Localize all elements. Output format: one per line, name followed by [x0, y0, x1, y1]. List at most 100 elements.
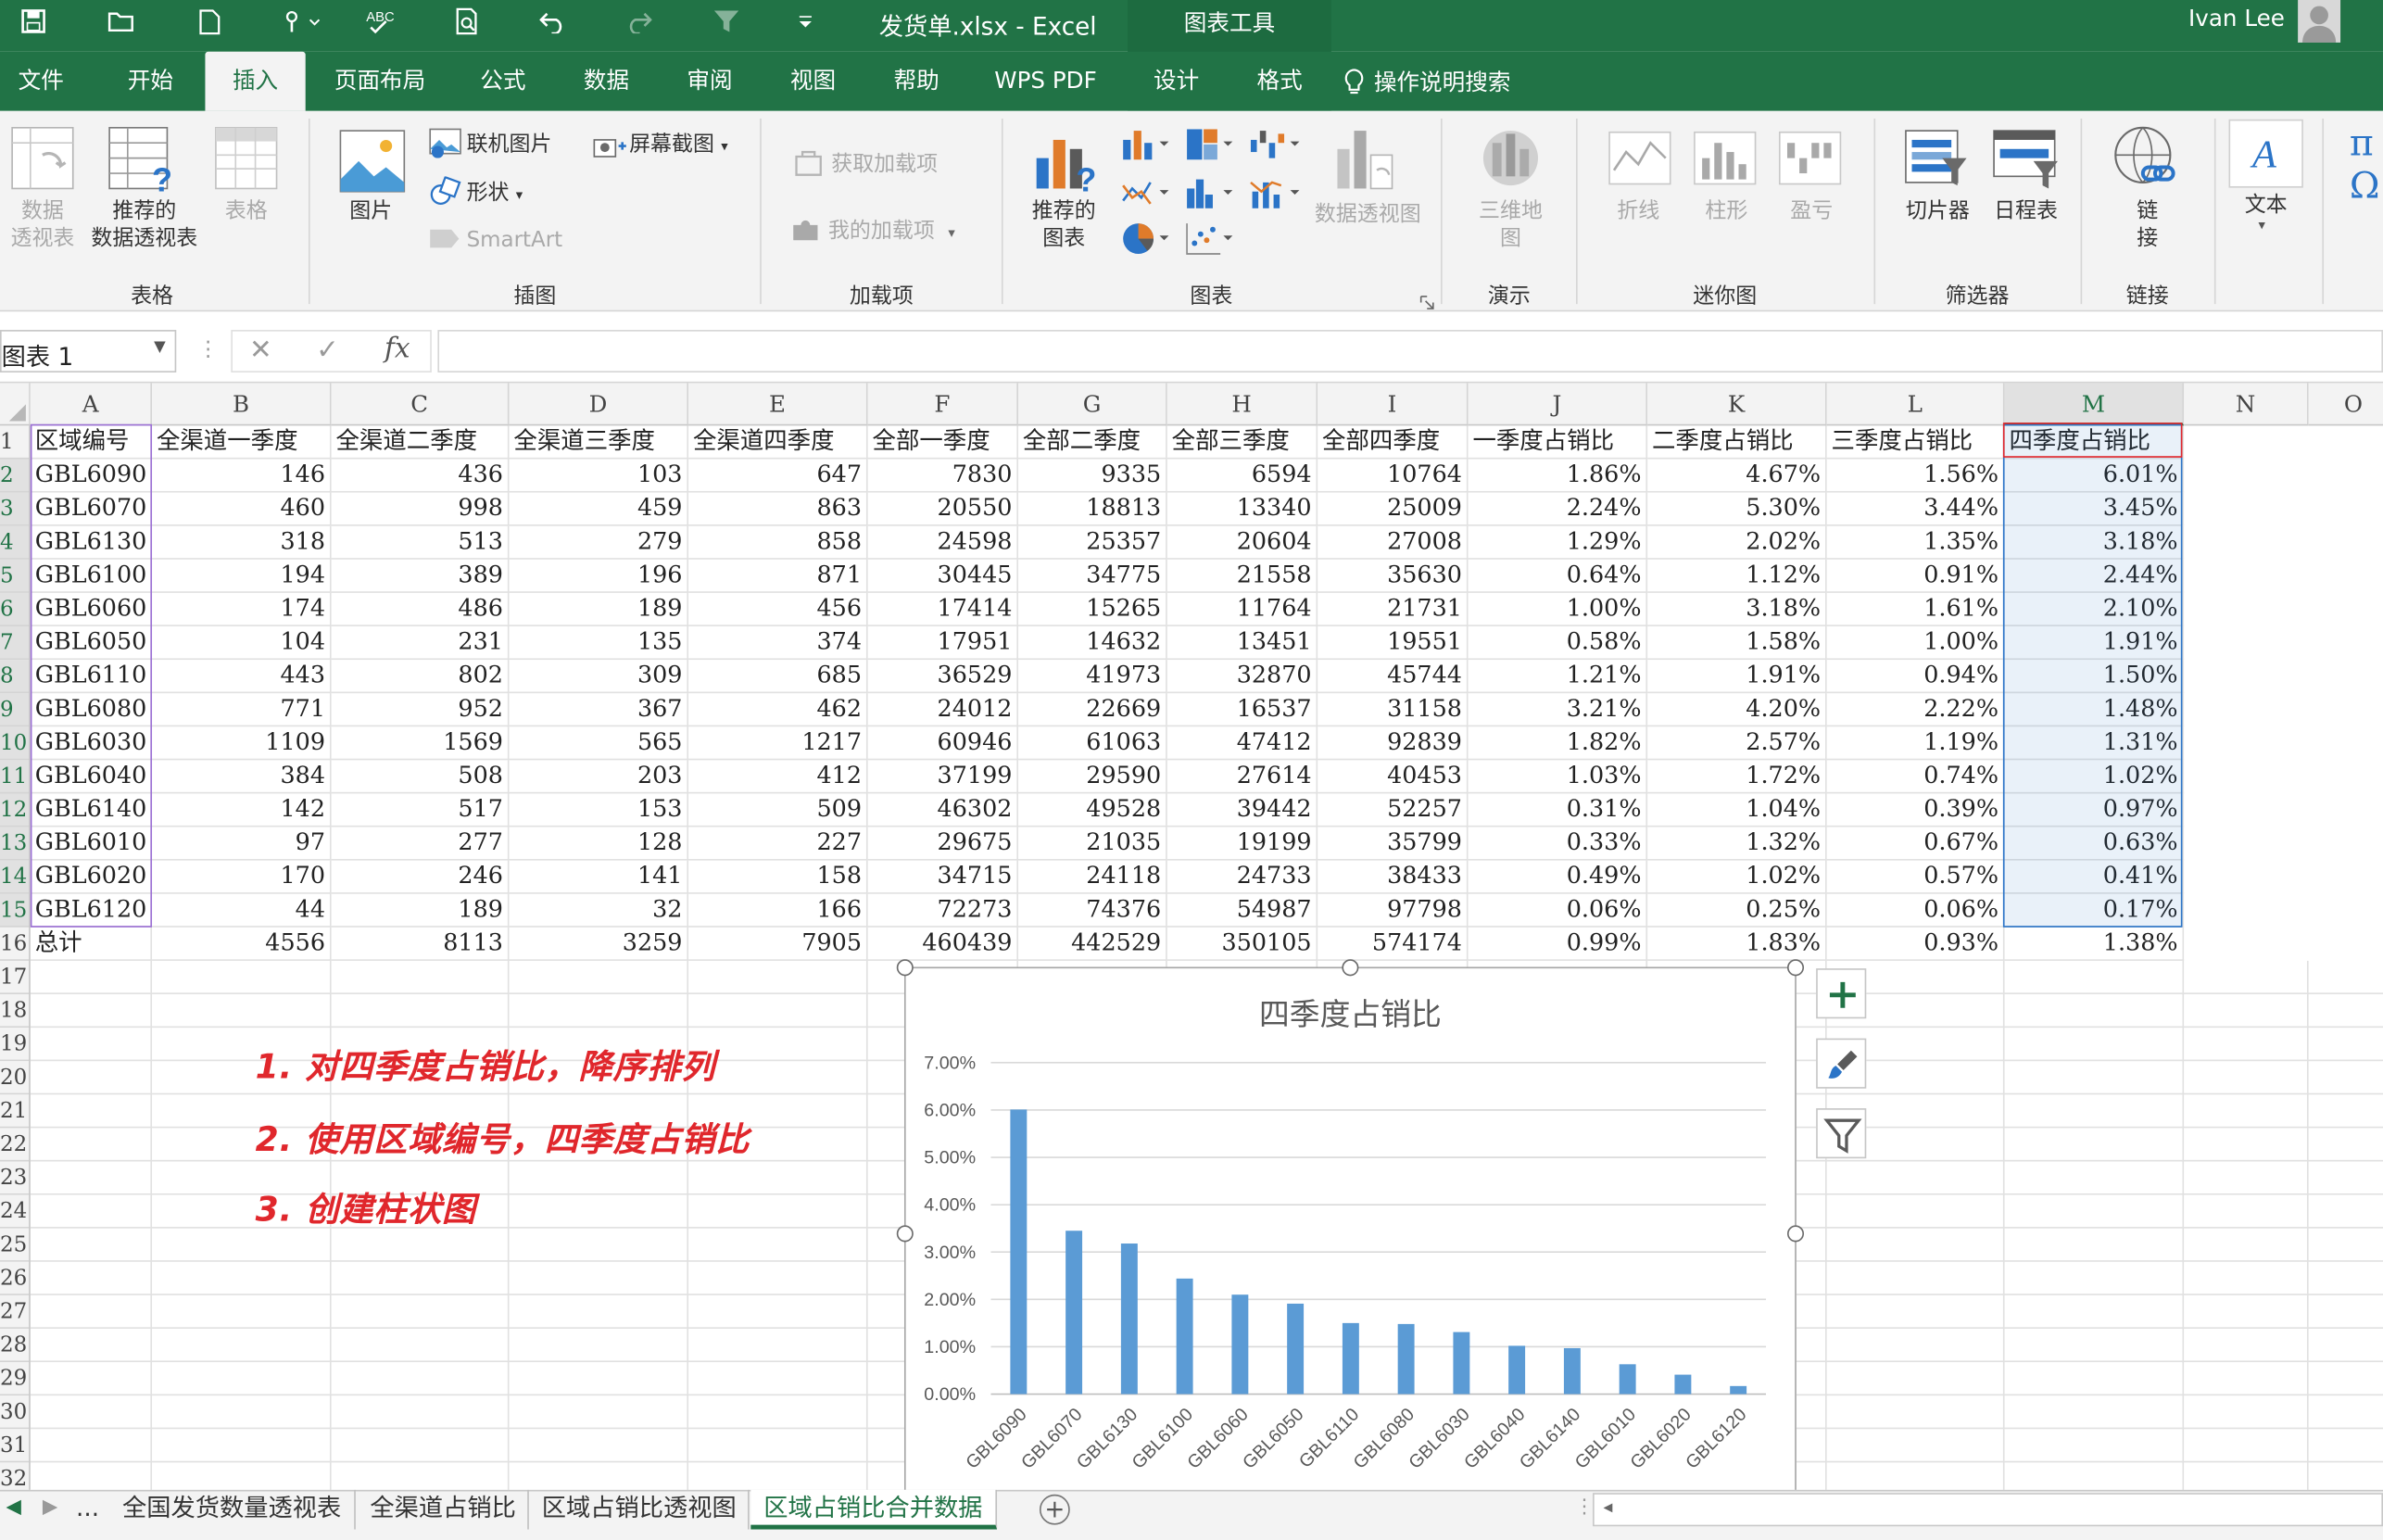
slicer-icon[interactable] — [1903, 128, 1970, 197]
cell-A1[interactable]: 区域编号 — [30, 425, 153, 460]
resize-handle[interactable] — [1786, 959, 1805, 977]
cell-J14[interactable]: 0.49% — [1468, 860, 1648, 894]
row-header-12[interactable]: 12 — [0, 793, 31, 827]
cell-E9[interactable]: 462 — [688, 693, 868, 727]
tab-10[interactable]: 设计 — [1128, 52, 1225, 111]
cell-E10[interactable]: 1217 — [688, 726, 868, 761]
cell-D5[interactable]: 196 — [509, 559, 689, 593]
chevron-down-icon[interactable]: ▼ — [154, 339, 166, 356]
cell-C16[interactable]: 8113 — [331, 927, 510, 961]
bar[interactable] — [1287, 1303, 1305, 1395]
column-header-A[interactable]: A — [30, 383, 153, 426]
cell-L4[interactable]: 1.35% — [1826, 525, 2005, 560]
cell-H12[interactable]: 39442 — [1166, 793, 1318, 827]
cell-A13[interactable]: GBL6010 — [30, 827, 153, 861]
row-header-26[interactable]: 26 — [0, 1261, 31, 1295]
bar[interactable] — [1563, 1347, 1581, 1395]
cell-A4[interactable]: GBL6130 — [30, 525, 153, 560]
select-all-corner[interactable] — [0, 383, 31, 426]
bar[interactable] — [1065, 1231, 1083, 1395]
column-header-D[interactable]: D — [509, 383, 689, 426]
cell-B4[interactable]: 318 — [152, 525, 332, 560]
cell-B1[interactable]: 全渠道一季度 — [152, 425, 332, 460]
cell-H9[interactable]: 16537 — [1166, 693, 1318, 727]
cell-I1[interactable]: 全部四季度 — [1318, 425, 1469, 460]
cell-L9[interactable]: 2.22% — [1826, 693, 2005, 727]
cell-B16[interactable]: 4556 — [152, 927, 332, 961]
cell-F10[interactable]: 60946 — [867, 726, 1019, 761]
cell-D16[interactable]: 3259 — [509, 927, 689, 961]
bar[interactable] — [1120, 1243, 1138, 1395]
cell-K16[interactable]: 1.83% — [1647, 927, 1827, 961]
column-header-M[interactable]: M — [2004, 383, 2185, 426]
bar[interactable] — [1231, 1294, 1249, 1395]
resize-handle[interactable] — [1342, 959, 1359, 977]
horizontal-scrollbar[interactable]: ◂ — [1593, 1493, 2383, 1527]
cell-C3[interactable]: 998 — [331, 492, 510, 526]
more-sheets-button[interactable]: ... — [76, 1493, 99, 1521]
tab-0[interactable]: 文件 — [0, 52, 82, 111]
cell-E8[interactable]: 685 — [688, 660, 868, 694]
row-header-30[interactable]: 30 — [0, 1395, 31, 1430]
row-header-6[interactable]: 6 — [0, 592, 31, 626]
cell-I4[interactable]: 27008 — [1318, 525, 1469, 560]
cell-E14[interactable]: 158 — [688, 860, 868, 894]
store-icon[interactable] — [793, 149, 824, 183]
cell-K2[interactable]: 4.67% — [1647, 459, 1827, 493]
column-header-F[interactable]: F — [867, 383, 1019, 426]
statistic-chart-icon[interactable] — [1185, 176, 1233, 216]
cell-A7[interactable]: GBL6050 — [30, 625, 153, 661]
cell-I5[interactable]: 35630 — [1318, 559, 1469, 593]
cell-M8[interactable]: 1.50% — [2004, 660, 2185, 694]
cell-J15[interactable]: 0.06% — [1468, 893, 1648, 928]
cell-H16[interactable]: 350105 — [1166, 927, 1318, 961]
cell-D14[interactable]: 141 — [509, 860, 689, 894]
avatar[interactable] — [2298, 0, 2341, 43]
cell-L3[interactable]: 3.44% — [1826, 492, 2005, 526]
cell-K6[interactable]: 3.18% — [1647, 592, 1827, 626]
cell-M7[interactable]: 1.91% — [2004, 625, 2185, 661]
cell-F15[interactable]: 72273 — [867, 893, 1019, 928]
cell-L1[interactable]: 三季度占销比 — [1826, 425, 2005, 460]
cell-L15[interactable]: 0.06% — [1826, 893, 2005, 928]
cell-I8[interactable]: 45744 — [1318, 660, 1469, 694]
row-header-19[interactable]: 19 — [0, 1028, 31, 1062]
cell-F2[interactable]: 7830 — [867, 459, 1019, 493]
cell-E5[interactable]: 871 — [688, 559, 868, 593]
cell-G2[interactable]: 9335 — [1018, 459, 1167, 493]
cell-K3[interactable]: 5.30% — [1647, 492, 1827, 526]
row-header-2[interactable]: 2 — [0, 459, 31, 493]
redo-icon[interactable] — [617, 0, 660, 43]
row-header-4[interactable]: 4 — [0, 525, 31, 560]
cancel-icon[interactable]: ✕ — [249, 335, 272, 366]
pivot-table-icon[interactable] — [9, 125, 76, 198]
column-header-H[interactable]: H — [1166, 383, 1318, 426]
cell-B8[interactable]: 443 — [152, 660, 332, 694]
cell-I14[interactable]: 38433 — [1318, 860, 1469, 894]
row-header-23[interactable]: 23 — [0, 1161, 31, 1195]
row-header-24[interactable]: 24 — [0, 1194, 31, 1229]
cell-C6[interactable]: 486 — [331, 592, 510, 626]
smartart-icon[interactable] — [429, 225, 462, 259]
recommended-chart-icon[interactable]: ? — [1030, 125, 1103, 201]
cell-A16[interactable]: 总计 — [30, 927, 153, 961]
cell-I16[interactable]: 574174 — [1318, 927, 1469, 961]
cell-F9[interactable]: 24012 — [867, 693, 1019, 727]
row-header-28[interactable]: 28 — [0, 1328, 31, 1363]
smartart-label[interactable]: SmartArt — [467, 226, 563, 254]
cell-M4[interactable]: 3.18% — [2004, 525, 2185, 560]
cell-C7[interactable]: 231 — [331, 625, 510, 661]
cell-K8[interactable]: 1.91% — [1647, 660, 1827, 694]
cell-H6[interactable]: 11764 — [1166, 592, 1318, 626]
cell-F6[interactable]: 17414 — [867, 592, 1019, 626]
hierarchy-chart-icon[interactable] — [1185, 128, 1233, 168]
cell-J11[interactable]: 1.03% — [1468, 760, 1648, 794]
cell-L10[interactable]: 1.19% — [1826, 726, 2005, 761]
cell-L7[interactable]: 1.00% — [1826, 625, 2005, 661]
bar[interactable] — [1010, 1109, 1028, 1395]
cell-L12[interactable]: 0.39% — [1826, 793, 2005, 827]
cell-C1[interactable]: 全渠道二季度 — [331, 425, 510, 460]
cell-D8[interactable]: 309 — [509, 660, 689, 694]
cell-G14[interactable]: 24118 — [1018, 860, 1167, 894]
cell-J1[interactable]: 一季度占销比 — [1468, 425, 1648, 460]
